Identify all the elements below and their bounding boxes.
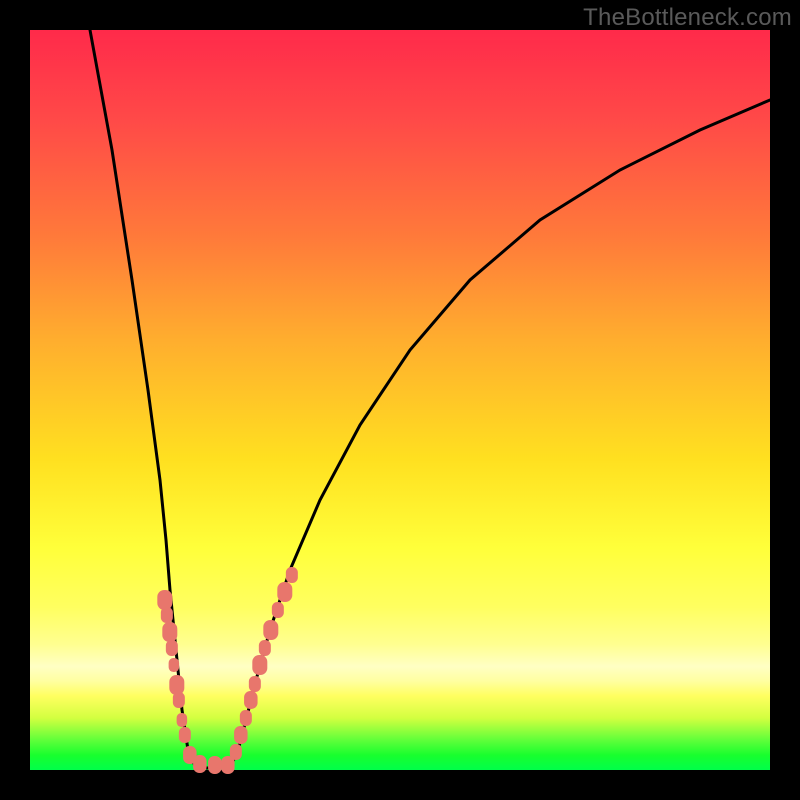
marker-dot	[166, 640, 178, 656]
marker-dot	[169, 675, 184, 695]
marker-dot	[252, 655, 267, 675]
curve-left-branch	[90, 30, 196, 768]
plot-area	[30, 30, 770, 770]
curve-svg	[30, 30, 770, 770]
marker-dot	[179, 727, 191, 743]
marker-dot	[249, 676, 261, 692]
watermark-text: TheBottleneck.com	[583, 4, 792, 32]
curve-right-branch	[230, 100, 770, 768]
marker-dot	[162, 622, 177, 642]
marker-dot	[263, 620, 278, 640]
marker-dot	[277, 582, 292, 602]
marker-dot	[177, 713, 188, 727]
marker-dot	[244, 691, 257, 709]
marker-dot	[259, 640, 271, 656]
marker-dot	[234, 726, 248, 744]
marker-dot	[240, 710, 252, 726]
marker-dot	[272, 602, 284, 618]
marker-dot	[230, 744, 242, 760]
marker-dot	[157, 590, 172, 610]
marker-dot	[161, 607, 173, 623]
marker-dot	[173, 692, 185, 708]
chart-frame: TheBottleneck.com	[0, 0, 800, 800]
marker-dot	[169, 658, 180, 672]
marker-dot	[208, 756, 222, 774]
marker-dot	[286, 567, 298, 583]
marker-dot	[193, 755, 207, 773]
